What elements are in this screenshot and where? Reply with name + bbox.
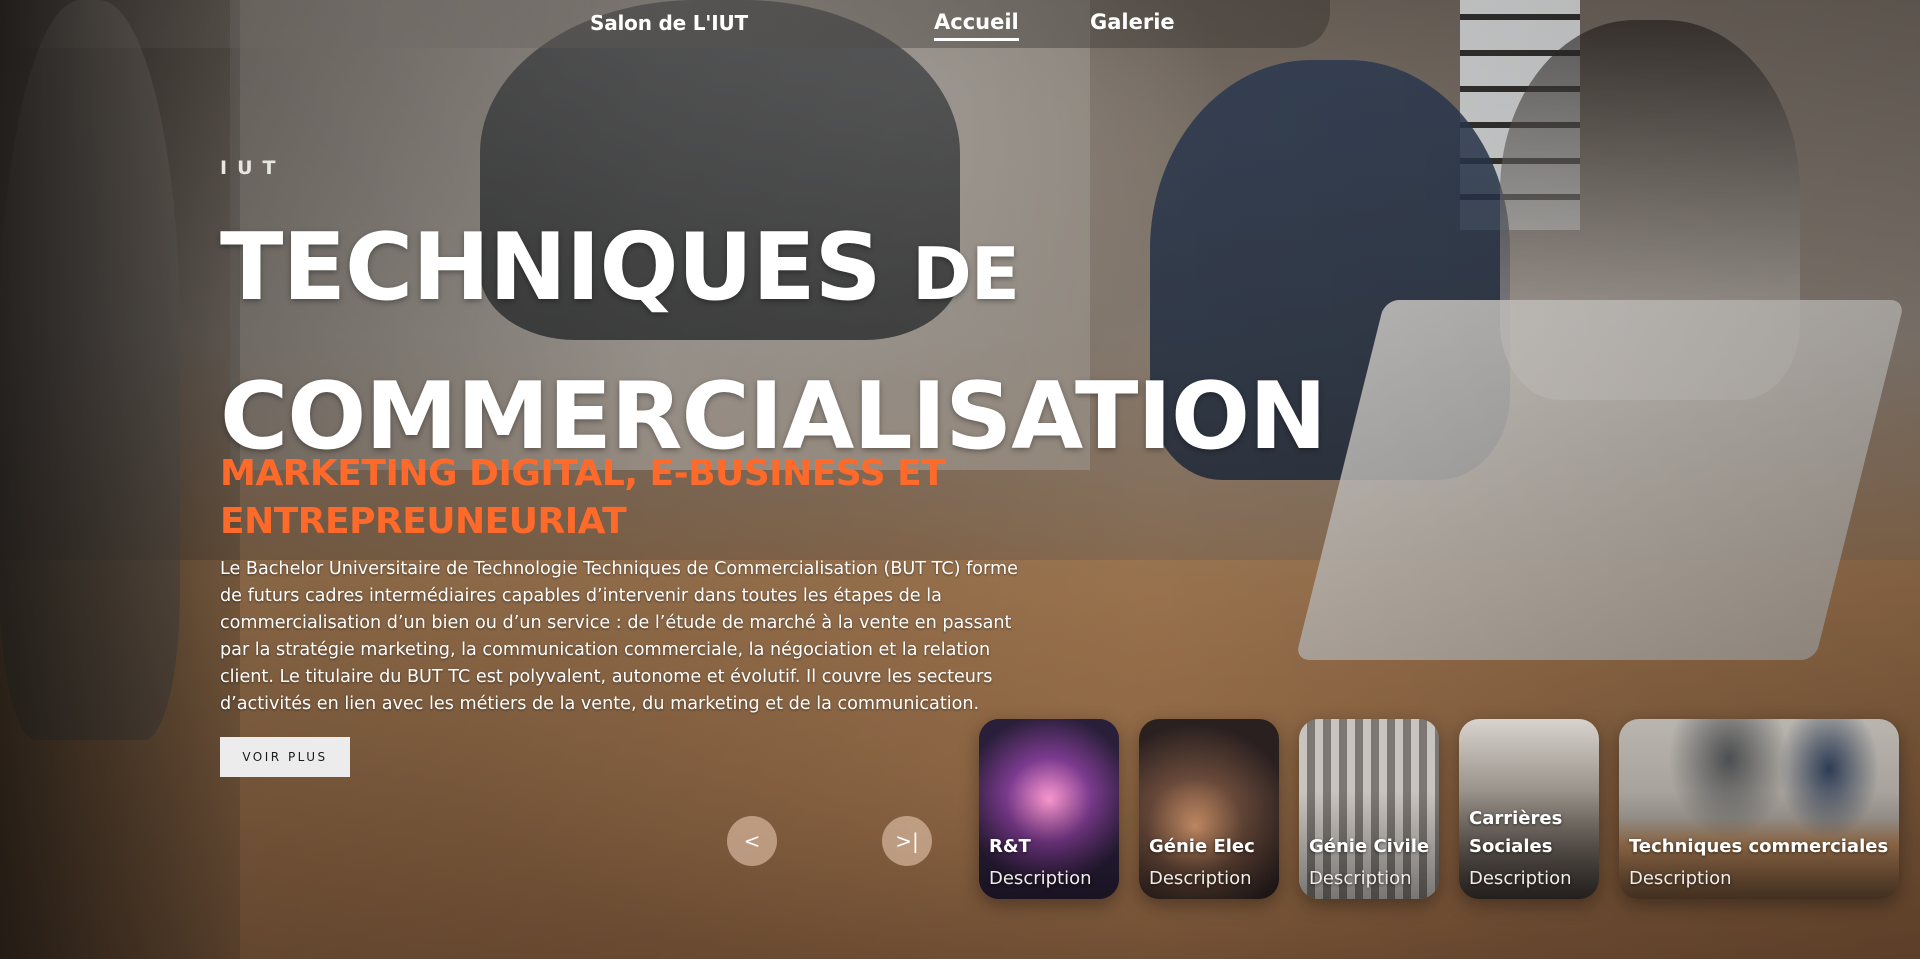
slider-next-button[interactable]: >|: [882, 816, 932, 866]
card-title: Génie Civile: [1309, 836, 1430, 857]
hero-subtitle: MARKETING DIGITAL, E-BUSINESS ET ENTREPR…: [220, 453, 946, 542]
card-description: Description: [1629, 868, 1732, 889]
card-description: Description: [1469, 868, 1572, 889]
top-navbar: Salon de L'IUT Accueil Galerie: [0, 0, 1330, 48]
site-brand[interactable]: Salon de L'IUT: [590, 11, 748, 35]
card-title: Carrières Sociales: [1469, 808, 1563, 857]
program-card-genie-elec[interactable]: Génie Elec Description: [1139, 719, 1279, 899]
program-card-genie-civile[interactable]: Génie Civile Description: [1299, 719, 1439, 899]
card-title: R&T: [989, 836, 1031, 857]
program-card-carrieres-sociales[interactable]: Carrières Sociales Description: [1459, 719, 1599, 899]
card-description: Description: [989, 868, 1092, 889]
card-title: Génie Elec: [1149, 836, 1255, 857]
hero-title-main: TECHNIQUES: [220, 213, 882, 321]
card-description: Description: [1309, 868, 1412, 889]
card-description: Description: [1149, 868, 1252, 889]
card-title: Techniques commerciales: [1629, 836, 1889, 857]
hero-title-small: DE: [911, 232, 1020, 316]
nav-link-galerie[interactable]: Galerie: [1090, 10, 1175, 34]
hero-title: TECHNIQUES DE COMMERCIALISATION: [220, 196, 1327, 487]
program-card-rt[interactable]: R&T Description: [979, 719, 1119, 899]
program-card-techniques-commerciales[interactable]: Techniques commerciales Description: [1619, 719, 1899, 899]
hero-eyebrow: IUT: [220, 157, 286, 179]
nav-link-accueil[interactable]: Accueil: [934, 10, 1019, 41]
slider-prev-button[interactable]: <: [727, 816, 777, 866]
voir-plus-button[interactable]: VOIR PLUS: [220, 737, 350, 777]
hero-description: Le Bachelor Universitaire de Technologie…: [220, 559, 1018, 714]
